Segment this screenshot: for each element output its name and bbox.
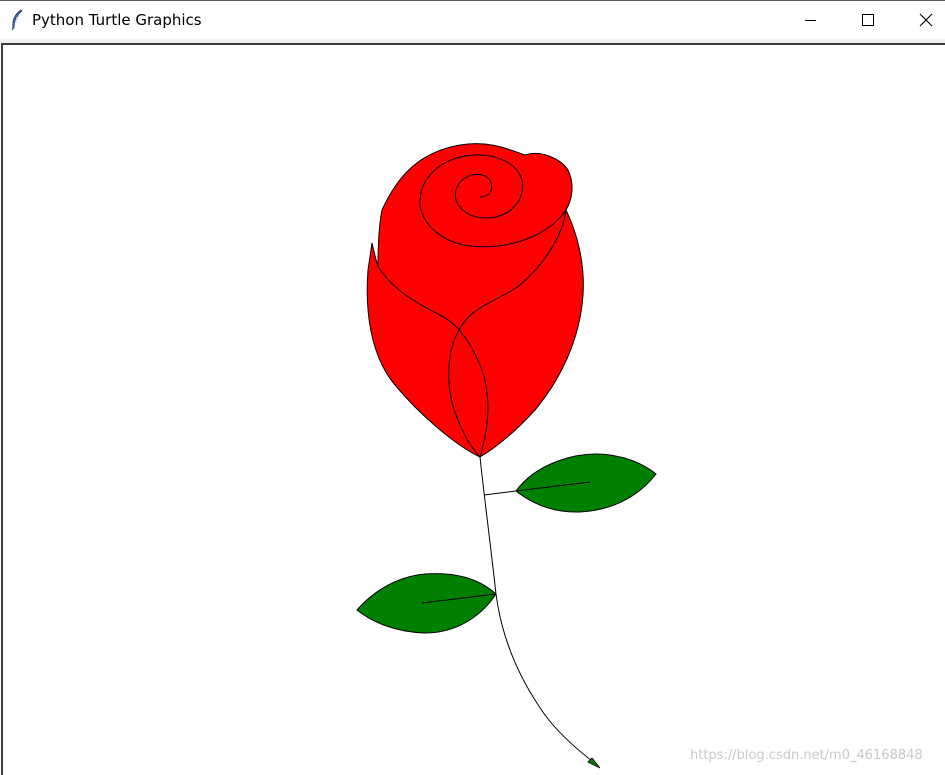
rose-drawing [356,143,657,769]
rose-petals [366,143,584,458]
watermark: https://blog.csdn.net/m0_46168848 [690,748,923,763]
leaf-upper [515,453,657,513]
leaf-lower [356,573,497,634]
leaf-branch-upper [483,490,517,496]
turtle-window: Python Turtle Graphics https://blog.csdn… [0,0,945,775]
